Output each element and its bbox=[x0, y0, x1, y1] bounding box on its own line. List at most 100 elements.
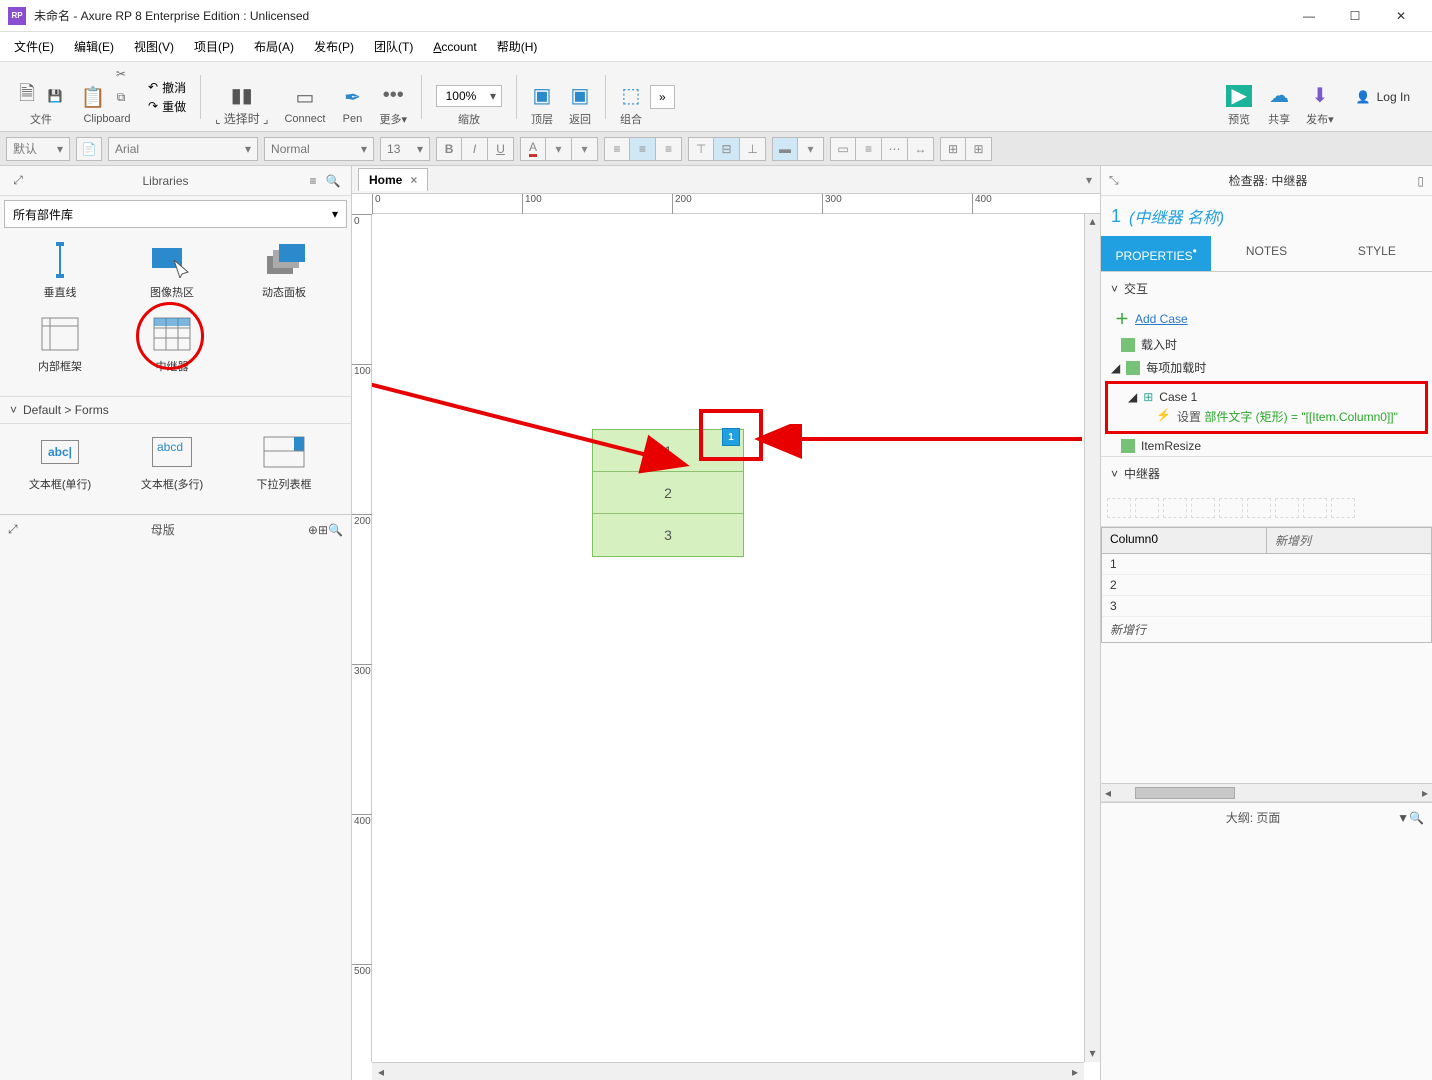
bold-button[interactable]: B bbox=[436, 137, 462, 161]
expand-icon[interactable]: ⤢ bbox=[8, 173, 28, 188]
notes-icon[interactable]: ▯ bbox=[1417, 174, 1424, 188]
align-right-button[interactable]: ≡ bbox=[656, 137, 682, 161]
tb-undo-group[interactable]: ↶撤消 ↷重做 bbox=[148, 79, 186, 115]
add-folder-icon[interactable]: ⊕ bbox=[308, 523, 318, 537]
rt-btn[interactable] bbox=[1163, 498, 1187, 518]
text-color-dd[interactable]: ▾ bbox=[546, 137, 572, 161]
text-color-button[interactable]: A bbox=[520, 137, 546, 161]
scrollbar-vertical[interactable]: ▴ ▾ bbox=[1084, 214, 1100, 1062]
fill-button[interactable]: ▬ bbox=[772, 137, 798, 161]
style-preset-combo[interactable]: 默认▾ bbox=[6, 137, 70, 161]
tb-zoom[interactable]: ▾ 缩放 bbox=[436, 67, 502, 127]
repeater-row[interactable]: 2 bbox=[593, 472, 743, 514]
tb-more[interactable]: ••• 更多▾ bbox=[379, 67, 407, 127]
font-size-combo[interactable]: 13▾ bbox=[380, 137, 430, 161]
widget-droplist[interactable]: 下拉列表框 bbox=[228, 432, 340, 492]
event-onitemload[interactable]: ◢ 每项加载时 bbox=[1101, 356, 1432, 379]
case-action[interactable]: ⚡ 设置 部件文字 (矩形) = "[[Item.Column0]]" bbox=[1128, 406, 1421, 427]
repeater-dataset[interactable]: Column0 新增列 1 2 3 新增行 bbox=[1101, 527, 1432, 643]
tb-overflow[interactable]: » bbox=[650, 85, 675, 109]
style-manager-button[interactable]: 📄 bbox=[76, 137, 102, 161]
widget-iframe[interactable]: 内部框架 bbox=[4, 314, 116, 374]
menu-file[interactable]: 文件(E) bbox=[4, 34, 64, 59]
add-case-button[interactable]: ＋ Add Case bbox=[1101, 305, 1432, 333]
line-width-button[interactable]: ≡ bbox=[856, 137, 882, 161]
login-button[interactable]: 👤 Log In bbox=[1342, 90, 1424, 104]
scroll-left-icon[interactable]: ◂ bbox=[372, 1065, 390, 1079]
scroll-right-icon[interactable]: ▸ bbox=[1066, 1065, 1084, 1079]
col-header[interactable]: Column0 bbox=[1102, 528, 1267, 553]
library-dropdown[interactable]: 所有部件库▾ bbox=[4, 200, 347, 228]
case-1[interactable]: ◢ ⊞ Case 1 bbox=[1128, 388, 1421, 406]
valign-top-button[interactable]: ⊤ bbox=[688, 137, 714, 161]
zoom-combo[interactable]: ▾ bbox=[436, 85, 502, 107]
tab-home[interactable]: Home × bbox=[358, 168, 428, 191]
repeater-scroll[interactable]: ◂ ▸ bbox=[1101, 783, 1432, 801]
tb-publish[interactable]: ⬇ 发布▾ bbox=[1306, 67, 1334, 127]
minimize-button[interactable]: — bbox=[1286, 0, 1332, 32]
tree-collapse-icon[interactable]: ◢ bbox=[1128, 390, 1137, 404]
widget-dynamic-panel[interactable]: 动态面板 bbox=[228, 240, 340, 300]
data-cell[interactable]: 2 bbox=[1102, 575, 1431, 595]
tb-pen[interactable]: ✒ Pen bbox=[341, 69, 363, 125]
valign-bot-button[interactable]: ⊥ bbox=[740, 137, 766, 161]
event-onload[interactable]: 载入时 bbox=[1101, 333, 1432, 356]
rt-btn[interactable] bbox=[1135, 498, 1159, 518]
add-row[interactable]: 新增行 bbox=[1102, 617, 1431, 642]
tb-clipboard-group[interactable]: 📋✂⧉ Clipboard bbox=[82, 69, 132, 125]
col-add[interactable]: 新增列 bbox=[1267, 528, 1431, 553]
line-color-button[interactable]: ▭ bbox=[830, 137, 856, 161]
align-obj-button[interactable]: ⊞ bbox=[940, 137, 966, 161]
widget-hotspot[interactable]: 图像热区 bbox=[116, 240, 228, 300]
canvas[interactable]: 1 2 3 1 bbox=[372, 214, 1084, 1062]
section-interactions[interactable]: ˅ 交互 bbox=[1101, 272, 1432, 305]
font-weight-combo[interactable]: Normal▾ bbox=[264, 137, 374, 161]
tb-select[interactable]: ▮▮ ⌞ 选择时 ⌟ bbox=[215, 66, 268, 127]
tab-properties[interactable]: PROPERTIES• bbox=[1101, 236, 1211, 271]
event-itemresize[interactable]: ItemResize bbox=[1101, 436, 1432, 456]
add-page-icon[interactable]: ⊞ bbox=[318, 523, 328, 537]
scroll-thumb[interactable] bbox=[1135, 787, 1235, 799]
rt-btn[interactable] bbox=[1219, 498, 1243, 518]
menu-view[interactable]: 视图(V) bbox=[124, 34, 184, 59]
rt-btn[interactable] bbox=[1331, 498, 1355, 518]
tb-preview[interactable]: ▶ 预览 bbox=[1226, 67, 1252, 127]
menu-layout[interactable]: 布局(A) bbox=[244, 34, 304, 59]
font-combo[interactable]: Arial▾ bbox=[108, 137, 258, 161]
distribute-button[interactable]: ⊞ bbox=[966, 137, 992, 161]
zoom-dd-icon[interactable]: ▾ bbox=[485, 89, 501, 103]
underline-button[interactable]: U bbox=[488, 137, 514, 161]
tabs-dd[interactable]: ▾ bbox=[1078, 173, 1100, 187]
menu-account[interactable]: Account bbox=[423, 36, 486, 58]
widget-textarea[interactable]: abcd 文本框(多行) bbox=[116, 432, 228, 492]
scroll-up-icon[interactable]: ▴ bbox=[1089, 214, 1095, 230]
fill-dd[interactable]: ▾ bbox=[798, 137, 824, 161]
zoom-input[interactable] bbox=[437, 89, 485, 103]
data-cell[interactable]: 1 bbox=[1102, 554, 1431, 574]
scroll-right-icon[interactable]: ▸ bbox=[1418, 786, 1432, 800]
tab-notes[interactable]: NOTES bbox=[1211, 236, 1321, 271]
menu-edit[interactable]: 编辑(E) bbox=[64, 34, 124, 59]
repeater-row[interactable]: 3 bbox=[593, 514, 743, 556]
scrollbar-horizontal[interactable]: ◂ ▸ bbox=[372, 1062, 1084, 1080]
close-icon[interactable]: × bbox=[410, 173, 417, 187]
rt-btn[interactable] bbox=[1107, 498, 1131, 518]
tb-file-group[interactable]: 🗎💾 文件 bbox=[16, 67, 66, 127]
align-center-button[interactable]: ≡ bbox=[630, 137, 656, 161]
menu-help[interactable]: 帮助(H) bbox=[487, 34, 548, 59]
search-icon[interactable]: 🔍 bbox=[328, 523, 343, 537]
valign-mid-button[interactable]: ⊟ bbox=[714, 137, 740, 161]
rt-btn[interactable] bbox=[1191, 498, 1215, 518]
tb-top[interactable]: ▣ 顶层 bbox=[531, 67, 553, 127]
tb-share[interactable]: ☁ 共享 bbox=[1268, 67, 1290, 127]
tree-collapse-icon[interactable]: ◢ bbox=[1111, 361, 1120, 375]
tab-style[interactable]: STYLE bbox=[1322, 236, 1432, 271]
widget-vline[interactable]: 垂直线 bbox=[4, 240, 116, 300]
arrow-button[interactable]: ↔ bbox=[908, 137, 934, 161]
menu-publish[interactable]: 发布(P) bbox=[304, 34, 364, 59]
menu-icon[interactable]: ≡ bbox=[303, 174, 323, 188]
italic-button[interactable]: I bbox=[462, 137, 488, 161]
rt-btn[interactable] bbox=[1247, 498, 1271, 518]
expand-icon[interactable]: ⤢ bbox=[8, 522, 18, 537]
data-cell[interactable]: 3 bbox=[1102, 596, 1431, 616]
